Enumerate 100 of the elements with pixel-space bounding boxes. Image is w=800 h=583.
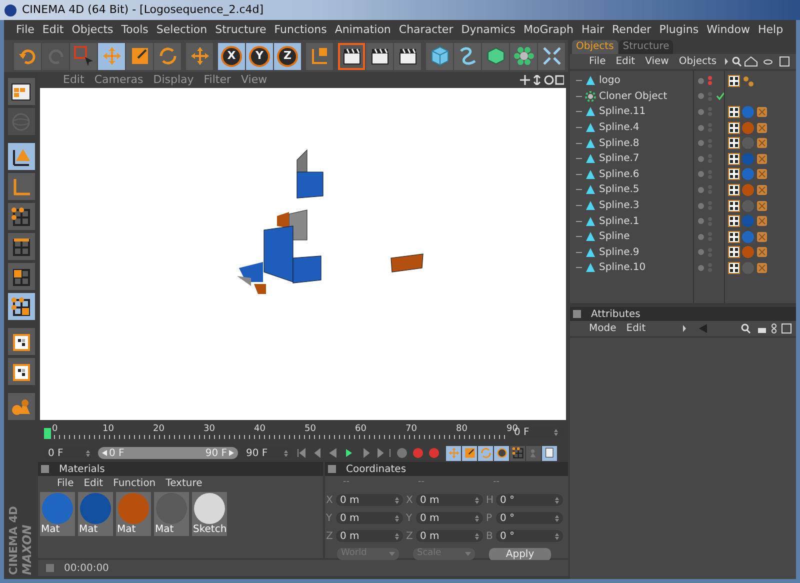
panel-tab[interactable]: Structure <box>618 40 674 54</box>
objects-menu-item[interactable]: File <box>584 54 611 69</box>
axis-lock-button[interactable]: Z <box>274 42 301 70</box>
coordinate-field[interactable]: 0 ° <box>496 530 563 542</box>
viewport-menu-item[interactable]: Filter <box>198 72 236 88</box>
object-row[interactable]: Spline.10 <box>570 260 693 276</box>
attributes-menu-item[interactable]: Edit <box>621 321 651 336</box>
object-row[interactable]: Spline.8 <box>570 135 693 151</box>
materials-menu-item[interactable]: File <box>52 476 79 490</box>
key-filter-button[interactable] <box>446 446 461 460</box>
object-row[interactable]: Spline.3 <box>570 198 693 214</box>
coordinate-field[interactable]: 0 m <box>416 512 483 524</box>
coordinate-field[interactable]: 0 m <box>336 530 403 542</box>
materials-menu-item[interactable]: Edit <box>78 476 108 490</box>
key-filter-button[interactable] <box>478 446 493 460</box>
visibility-dots[interactable] <box>698 154 712 164</box>
objects-menu-item[interactable]: Objects <box>674 54 722 69</box>
menu-item[interactable]: Tools <box>117 22 152 38</box>
object-row[interactable]: Spline.11 <box>570 104 693 120</box>
apply-button[interactable]: Apply <box>489 548 551 560</box>
viewport-menu-item[interactable]: View <box>236 72 272 88</box>
objects-menu-item[interactable]: Edit <box>610 54 640 69</box>
menu-item[interactable]: Hair <box>577 22 608 38</box>
menu-item[interactable]: Dynamics <box>457 22 520 38</box>
playhead[interactable] <box>44 428 51 438</box>
coordinate-field[interactable]: 0 m <box>336 494 403 506</box>
menu-item[interactable]: Animation <box>330 22 395 38</box>
material-thumbnail[interactable]: Mat <box>40 492 75 536</box>
key-filter-button[interactable] <box>542 446 557 460</box>
menu-item[interactable]: Functions <box>270 22 331 38</box>
viewport-menu-item[interactable]: Edit <box>58 72 90 88</box>
material-tag[interactable] <box>742 122 754 134</box>
axis-lock-button[interactable]: Y <box>246 42 273 70</box>
material-tag[interactable] <box>742 230 754 243</box>
mode-button[interactable] <box>8 78 34 105</box>
materials-menu-item[interactable]: Texture <box>160 476 208 490</box>
menu-item[interactable]: Help <box>754 22 788 38</box>
material-tag[interactable] <box>742 106 754 118</box>
toolbar-button[interactable] <box>338 42 365 70</box>
material-thumbnail[interactable]: Sketch <box>192 492 227 536</box>
mode-button[interactable] <box>8 328 34 355</box>
mode-button[interactable] <box>8 293 34 320</box>
menu-item[interactable]: Window <box>702 22 754 38</box>
mode-button[interactable] <box>8 203 34 230</box>
object-row[interactable]: Spline.9 <box>570 244 693 260</box>
visibility-dots[interactable] <box>698 263 712 272</box>
visibility-dots[interactable] <box>698 216 712 226</box>
visibility-dots[interactable] <box>698 185 712 194</box>
toolbar-button[interactable] <box>366 42 393 70</box>
visibility-dots[interactable] <box>698 248 712 257</box>
key-filter-button[interactable] <box>462 446 477 460</box>
object-row[interactable]: Spline.7 <box>570 150 693 167</box>
menu-item[interactable]: Structure <box>211 22 270 38</box>
objects-menu-item[interactable]: View <box>640 54 674 69</box>
coordinate-field[interactable]: 0 ° <box>496 494 563 506</box>
menu-item[interactable]: Objects <box>68 22 118 38</box>
menu-item[interactable]: Selection <box>152 22 212 38</box>
axis-lock-button[interactable]: X <box>218 42 245 70</box>
coordinate-field[interactable]: 0 m <box>416 494 483 506</box>
attributes-menu-item[interactable]: Mode <box>584 321 622 336</box>
menu-item[interactable]: Plugins <box>655 22 703 38</box>
visibility-dots[interactable] <box>698 170 712 179</box>
object-row[interactable]: Spline.1 <box>570 213 693 229</box>
visibility-dots[interactable] <box>698 138 712 148</box>
mode-button[interactable] <box>8 263 34 290</box>
coordinate-field[interactable]: 0 m <box>416 530 483 542</box>
material-tag[interactable] <box>742 184 754 196</box>
menu-item[interactable]: File <box>12 22 38 38</box>
key-filter-button[interactable] <box>510 446 525 460</box>
mode-button[interactable] <box>8 143 34 170</box>
menu-item[interactable]: Render <box>608 22 656 38</box>
viewport-menu-item[interactable]: Display <box>148 72 199 88</box>
object-row[interactable]: Spline.6 <box>570 166 693 182</box>
visibility-dots[interactable] <box>698 201 712 210</box>
key-filter-button[interactable] <box>494 446 509 460</box>
material-thumbnail[interactable]: Mat <box>154 492 189 536</box>
coordinate-field[interactable]: 0 ° <box>496 512 563 524</box>
toolbar-button[interactable] <box>394 42 421 70</box>
object-row[interactable]: Cloner Object <box>570 88 693 104</box>
visibility-dots[interactable] <box>698 107 712 116</box>
object-row[interactable]: Spline.4 <box>570 120 693 136</box>
coordinate-field[interactable]: 0 m <box>336 512 403 524</box>
material-thumbnail[interactable]: Mat <box>78 492 113 536</box>
materials-menu-item[interactable]: Function <box>108 476 161 490</box>
material-tag[interactable] <box>742 168 754 180</box>
mode-button[interactable] <box>8 233 34 260</box>
object-row[interactable]: logo <box>570 73 693 89</box>
object-row[interactable]: Spline.5 <box>570 182 693 198</box>
menu-item[interactable]: Edit <box>38 22 68 38</box>
visibility-dots[interactable] <box>698 232 712 242</box>
menu-item[interactable]: MoGraph <box>519 22 578 38</box>
mode-button[interactable] <box>8 358 34 385</box>
panel-tab[interactable]: Objects <box>572 40 618 54</box>
material-thumbnail[interactable]: Mat <box>116 492 151 536</box>
visibility-dots[interactable] <box>698 123 712 132</box>
visibility-dots[interactable] <box>698 76 712 86</box>
material-tag[interactable] <box>742 246 754 258</box>
menu-item[interactable]: Character <box>394 22 458 38</box>
object-row[interactable]: Spline <box>570 228 693 245</box>
viewport-menu-item[interactable]: Cameras <box>89 72 148 88</box>
